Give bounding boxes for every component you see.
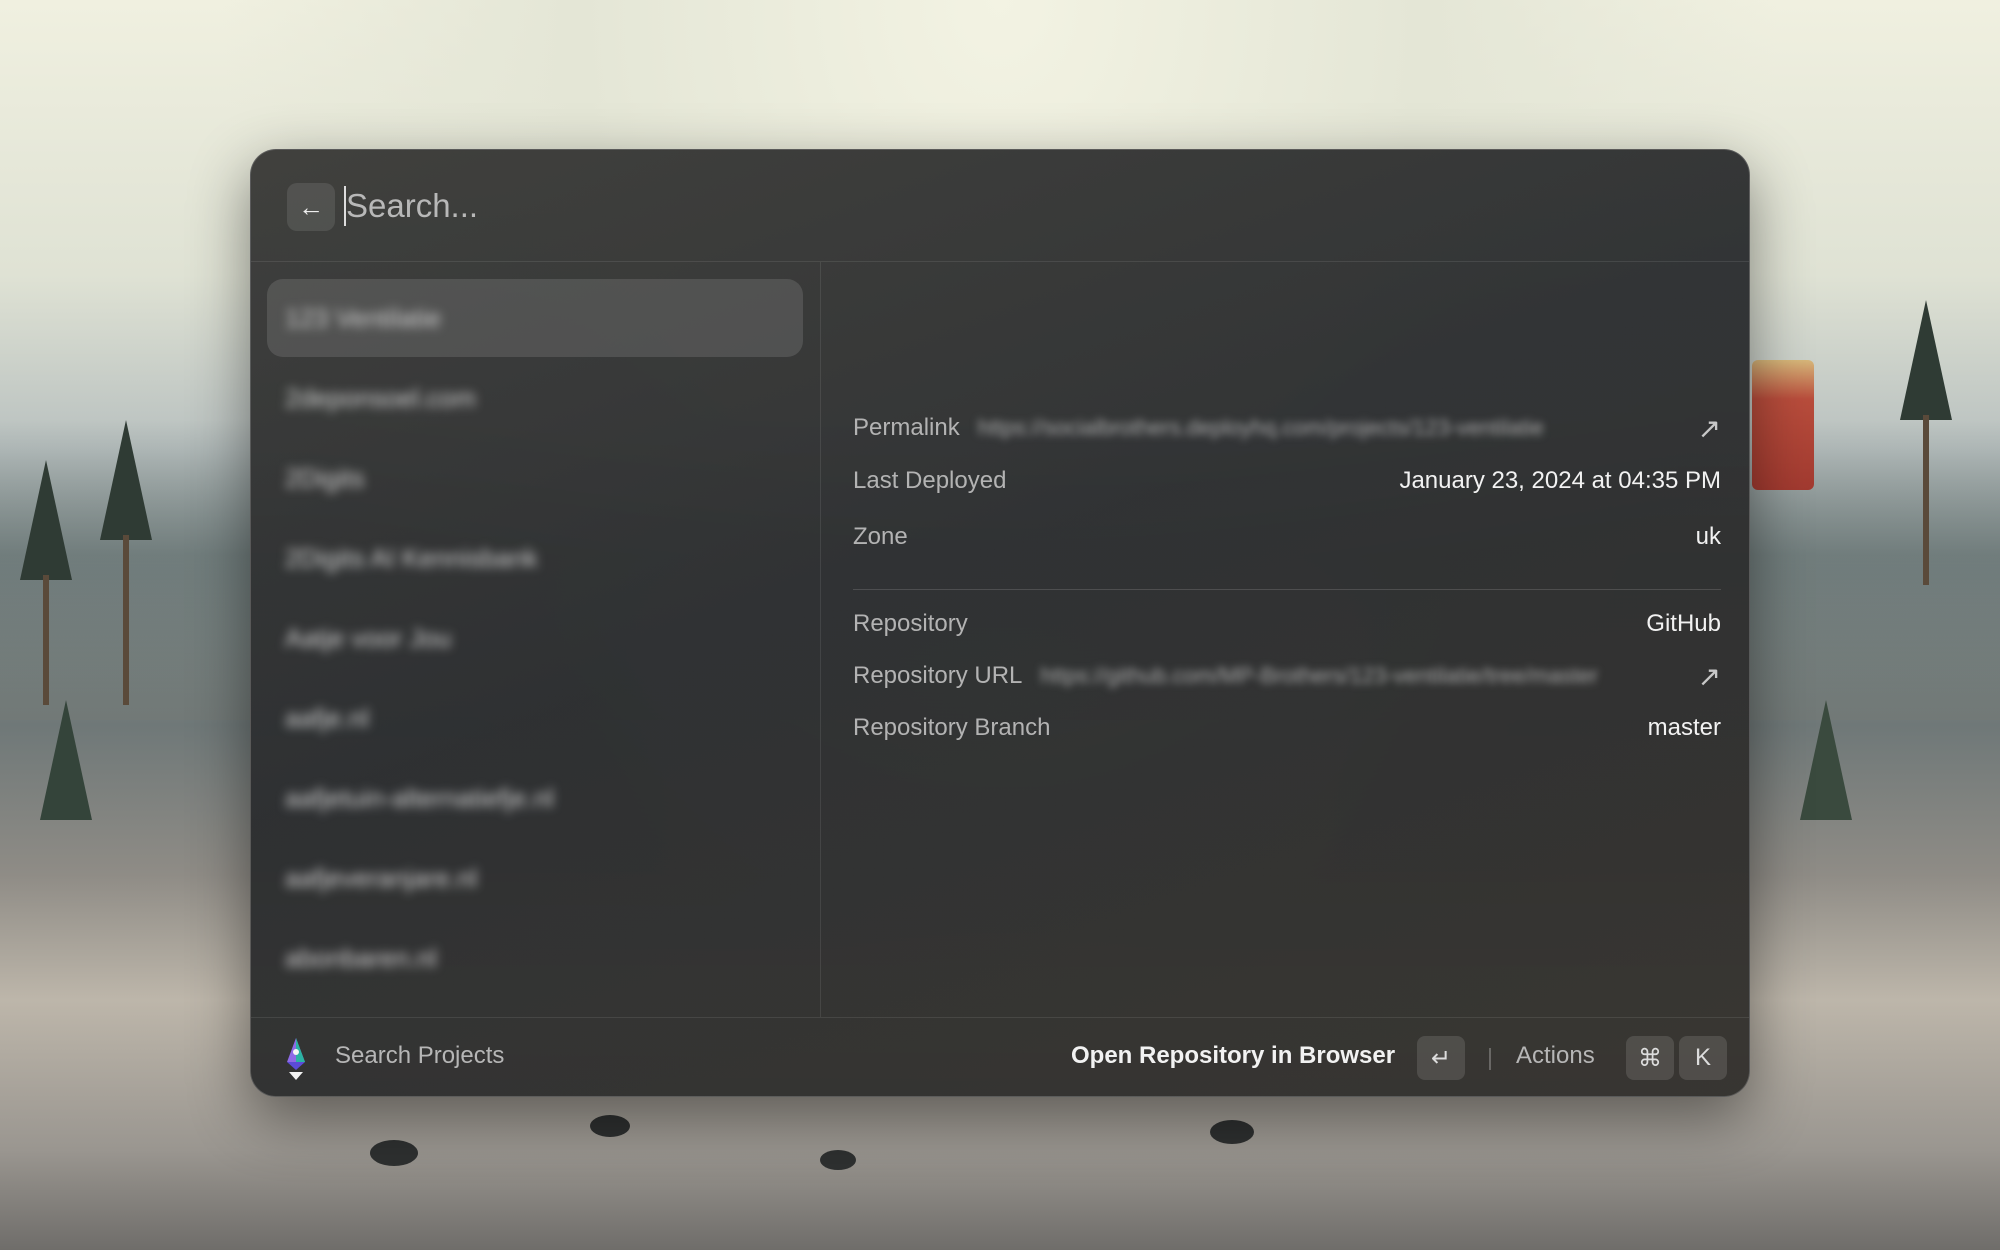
repository-branch-label: Repository Branch [853,714,1051,741]
repository-label: Repository [853,610,968,637]
deploy-rocket-icon [287,1038,305,1080]
action-bar: Search Projects Open Repository in Brows… [251,1017,1749,1096]
list-item[interactable]: aafje.nl [267,679,803,757]
list-item[interactable]: 2Digits [267,439,803,517]
footer-separator [1489,1048,1491,1070]
k-key-hint: K [1679,1036,1727,1080]
list-item[interactable]: aafjetuin-alternatiefje.nl [267,759,803,837]
actions-button[interactable]: Actions [1516,1042,1595,1070]
enter-key-hint: ↵ [1417,1036,1465,1080]
detail-divider [853,589,1721,590]
repository-branch-value: master [1647,714,1721,741]
background-rock [590,1115,630,1137]
repository-branch-row: Repository Branch master [853,708,1721,748]
background-tree [40,700,92,820]
open-repository-button[interactable]: Open Repository in Browser [1071,1042,1395,1070]
list-item-label: 123 Ventilatie [285,302,442,333]
background-tree [1800,700,1852,820]
external-link-icon[interactable]: ↗ [1691,412,1721,445]
background-tree-trunk [43,575,49,705]
search-input[interactable] [346,180,1646,232]
repository-url-link[interactable]: https://github.com/MP-Brothers/123-venti… [1040,663,1673,689]
zone-value: uk [1695,523,1721,550]
list-item-label: 2deponsoel.com [285,382,476,413]
list-item[interactable]: Aatje voor Jou [267,599,803,677]
zone-row: Zone uk [853,517,1721,557]
permalink-link[interactable]: https://socialbrothers.deployhq.com/proj… [978,415,1673,441]
last-deployed-row: Last Deployed January 23, 2024 at 04:35 … [853,461,1721,501]
background-tree [20,460,72,580]
list-item-label: abonbaren.nl [285,942,437,973]
background-tree [100,420,152,540]
list-item-label: Aatje voor Jou [285,622,452,653]
permalink-label: Permalink [853,414,960,441]
launcher-window: ← 123 Ventilatie 2deponsoel.com 2Digits … [250,149,1750,1097]
repository-url-label: Repository URL [853,662,1023,689]
project-list: 123 Ventilatie 2deponsoel.com 2Digits 2D… [251,262,821,1017]
background-rock [1210,1120,1254,1144]
list-item[interactable]: 2deponsoel.com [267,359,803,437]
list-item-label: aafjetuin-alternatiefje.nl [285,782,554,813]
cmd-key-hint: ⌘ [1626,1036,1674,1080]
list-item[interactable]: abonbaren.nl [267,919,803,997]
list-item-label: aafje.nl [285,702,369,733]
background-rock [820,1150,856,1170]
list-item-label: aafjeveranjare.nl [285,862,478,893]
external-link-icon[interactable]: ↗ [1691,660,1721,693]
search-bar: ← [251,150,1749,262]
list-item[interactable]: 123 Ventilatie [267,279,803,357]
zone-label: Zone [853,523,908,550]
last-deployed-label: Last Deployed [853,467,1007,494]
repository-url-row: Repository URL https://github.com/MP-Bro… [853,656,1721,696]
repository-row: Repository GitHub [853,604,1721,644]
list-item[interactable]: 2Digits AI Kennisbank [267,519,803,597]
background-rock [370,1140,418,1166]
list-item-label: 2Digits AI Kennisbank [285,542,538,573]
last-deployed-value: January 23, 2024 at 04:35 PM [1399,467,1721,494]
permalink-row: Permalink https://socialbrothers.deployh… [853,408,1721,448]
arrow-left-icon: ← [298,191,324,222]
list-item[interactable]: aafjeveranjare.nl [267,839,803,917]
background-window-edge [1752,360,1814,490]
list-item-label: 2Digits [285,462,365,493]
back-button[interactable]: ← [287,183,335,231]
project-detail: Permalink https://socialbrothers.deployh… [821,262,1749,1017]
repository-value: GitHub [1646,610,1721,637]
footer-title: Search Projects [335,1042,505,1069]
background-tree [1900,300,1952,420]
background-tree-trunk [1923,415,1929,585]
background-tree-trunk [123,535,129,705]
